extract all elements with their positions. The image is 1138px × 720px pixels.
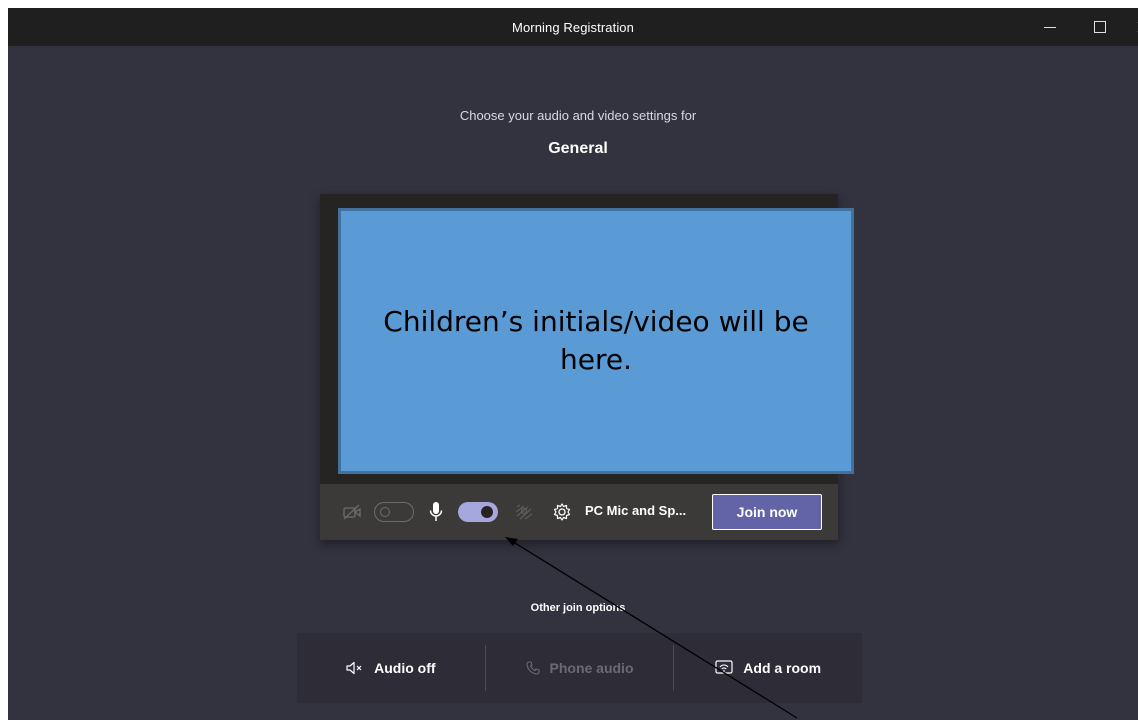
window-title: Morning Registration [512,19,634,35]
minimize-icon [1044,26,1056,28]
minimize-button[interactable] [1033,8,1067,46]
video-preview: Children’s initials/video will be here. [338,208,854,474]
title-bar: Morning Registration [8,8,1138,46]
video-preview-panel: Children’s initials/video will be here. [320,194,854,540]
device-controls-bar: PC Mic and Sp... Join now [320,484,838,540]
microphone-icon [426,500,446,524]
maximize-icon [1094,21,1106,33]
add-a-room-label: Add a room [743,660,822,676]
phone-audio-option[interactable]: Phone audio [486,633,674,703]
microphone-toggle[interactable] [458,502,498,522]
camera-toggle-knob [380,507,390,517]
channel-name: General [548,140,608,157]
add-a-room-option[interactable]: Add a room [674,633,862,703]
other-join-options-heading: Other join options [530,602,626,614]
phone-audio-label: Phone audio [549,660,634,676]
camera-toggle[interactable] [374,502,414,522]
phone-icon [525,661,540,675]
device-settings-label[interactable]: PC Mic and Sp... [585,503,686,518]
camera-off-icon [342,502,362,522]
background-blur-icon[interactable] [513,501,535,523]
gear-icon[interactable] [550,500,574,524]
room-cast-icon [715,660,733,676]
microphone-toggle-knob [481,506,493,518]
close-button[interactable] [1126,8,1138,46]
video-placeholder-text: Children’s initials/video will be here. [383,305,809,376]
join-now-button[interactable]: Join now [712,494,822,530]
maximize-button[interactable] [1083,8,1117,46]
speaker-mute-icon [346,661,364,675]
audio-off-label: Audio off [374,660,436,676]
prejoin-subtitle: Choose your audio and video settings for [459,108,697,123]
audio-off-option[interactable]: Audio off [297,633,485,703]
other-join-options: Audio off Phone audio Add a room [297,633,862,703]
teams-window: Morning Registration Choose your audio a… [8,8,1138,720]
